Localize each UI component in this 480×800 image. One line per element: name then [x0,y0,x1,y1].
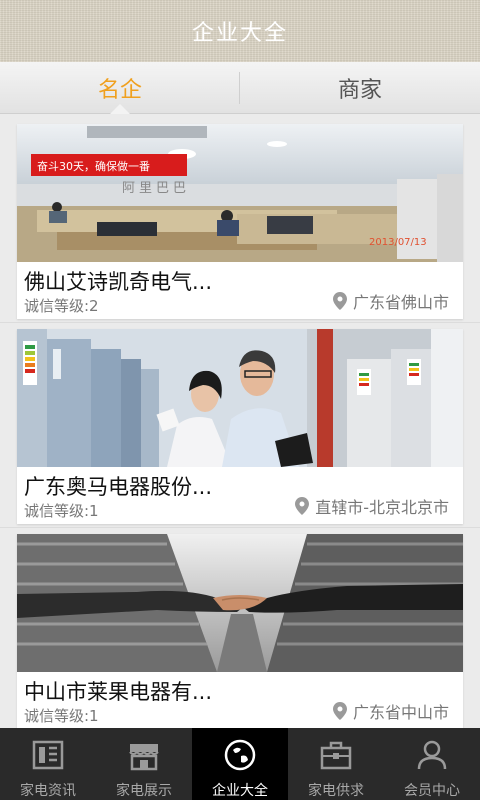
location-text: 广东省佛山市 [352,293,449,312]
tab-merchants[interactable]: 商家 [240,62,480,113]
company-location: 广东省佛山市 [332,289,449,313]
credit-grade: 诚信等级:2 [24,297,99,315]
location-pin-icon [332,292,347,310]
news-icon [32,740,64,770]
location-pin-icon [332,702,347,720]
company-name: 佛山艾诗凯奇电气... [24,270,213,294]
company-name: 广东奥马电器股份... [24,475,213,499]
tab-famous-companies[interactable]: 名企 [0,62,240,114]
nav-label: 家电展示 [116,783,172,799]
company-location: 直辖市-北京北京市 [295,494,449,518]
credit-grade: 诚信等级:1 [24,707,99,725]
photo-wall-text: 阿里巴巴 [122,181,190,196]
user-icon [417,740,447,770]
bottom-nav: 家电资讯 家电展示 企业大全 家电供求 会员中心 [0,728,480,800]
company-card[interactable]: 广东奥马电器股份... 诚信等级:1 直辖市-北京北京市 [17,329,463,524]
nav-label: 会员中心 [404,783,460,799]
tab-bar: 名企 商家 [0,62,480,114]
nav-supply-demand[interactable]: 家电供求 [288,728,384,800]
active-tab-indicator [110,104,130,114]
globe-icon [224,739,256,771]
briefcase-icon [320,741,352,770]
location-text: 广东省中山市 [352,703,449,722]
photo-banner-text: 奋斗30天，确保做一番 [37,159,150,173]
list-divider [0,527,480,528]
title-bar: 企业大全 [0,0,480,62]
company-photo: 奋斗30天，确保做一番 阿里巴巴 2013/07/13 [17,124,463,262]
photo-date-stamp: 2013/07/13 [369,237,427,248]
tab-label: 名企 [97,77,142,103]
tab-label: 商家 [337,77,382,103]
nav-label: 企业大全 [212,783,268,799]
location-pin-icon [295,497,310,515]
shop-icon [129,744,159,771]
nav-label: 家电资讯 [20,783,76,799]
nav-enterprise-directory[interactable]: 企业大全 [192,728,288,800]
page-title: 企业大全 [191,21,288,46]
nav-appliance-showcase[interactable]: 家电展示 [96,728,192,800]
company-photo [17,534,463,672]
credit-grade: 诚信等级:1 [24,502,99,520]
company-card[interactable]: 中山市莱果电器有... 诚信等级:1 广东省中山市 [17,534,463,728]
nav-label: 家电供求 [308,783,364,799]
company-card[interactable]: 奋斗30天，确保做一番 阿里巴巴 2013/07/13 佛山艾诗凯奇电气... … [17,124,463,319]
company-photo [17,329,463,467]
nav-member-center[interactable]: 会员中心 [384,728,480,800]
location-text: 直辖市-北京北京市 [315,498,449,517]
company-list[interactable]: 奋斗30天，确保做一番 阿里巴巴 2013/07/13 佛山艾诗凯奇电气... … [0,114,480,728]
list-divider [0,322,480,323]
company-location: 广东省中山市 [332,699,449,723]
company-name: 中山市莱果电器有... [24,680,213,704]
nav-appliance-news[interactable]: 家电资讯 [0,728,96,800]
